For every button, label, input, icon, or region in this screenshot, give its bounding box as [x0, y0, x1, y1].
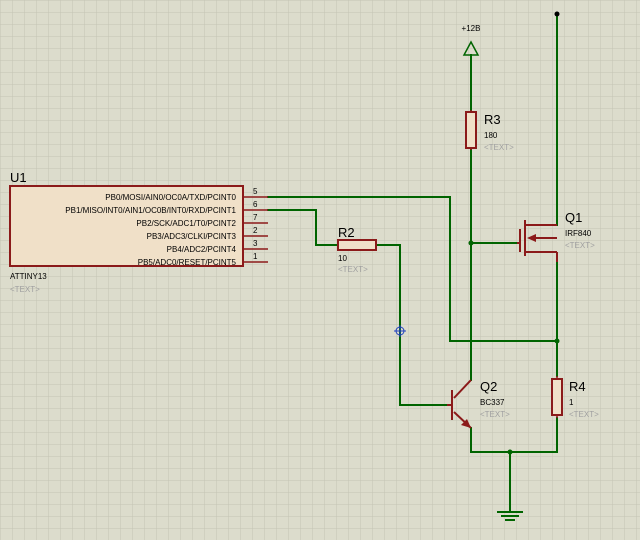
u1-pin-number: 3	[253, 239, 258, 248]
q2-part-name: BC337	[480, 398, 505, 407]
schematic-canvas[interactable]: U1 ATTINY13 <TEXT> PB0/MOSI/AIN0/OC0A/TX…	[0, 0, 640, 540]
u1-pin-name: PB3/ADC3/CLKI/PCINT3	[147, 232, 237, 241]
q2-placeholder: <TEXT>	[480, 410, 510, 419]
r2-placeholder: <TEXT>	[338, 265, 368, 274]
junction-dot	[468, 240, 474, 246]
u1-pin-name: PB2/SCK/ADC1/T0/PCINT2	[136, 219, 236, 228]
u1-pin-number: 7	[253, 213, 258, 222]
r3-value: 180	[484, 131, 498, 140]
r4-value: 1	[569, 398, 574, 407]
u1-pin-name: PB0/MOSI/AIN0/OC0A/TXD/PCINT0	[105, 193, 236, 202]
u1-pin-name: PB1/MISO/INT0/AIN1/OC0B/INT0/RXD/PCINT1	[65, 206, 236, 215]
q1-placeholder: <TEXT>	[565, 241, 595, 250]
u1-placeholder: <TEXT>	[10, 285, 40, 294]
q1-part-name: IRF840	[565, 229, 592, 238]
r3-reference: R3	[484, 112, 501, 127]
r3-placeholder: <TEXT>	[484, 143, 514, 152]
u1-pin-number: 6	[253, 200, 258, 209]
r4-placeholder: <TEXT>	[569, 410, 599, 419]
u1-pin-number: 1	[253, 252, 258, 261]
u1-pin-name: PB4/ADC2/PCINT4	[167, 245, 237, 254]
r2-reference: R2	[338, 225, 355, 240]
u1-pin-number: 2	[253, 226, 258, 235]
r4-reference: R4	[569, 379, 586, 394]
r2-body[interactable]	[337, 239, 377, 251]
r3-body[interactable]	[465, 111, 477, 149]
junction-dot	[554, 338, 560, 344]
u1-pin-number: 5	[253, 187, 258, 196]
junction-dot	[554, 11, 560, 17]
grid-background	[0, 0, 640, 540]
q1-reference: Q1	[565, 210, 582, 225]
q2-reference: Q2	[480, 379, 497, 394]
junction-dot	[507, 449, 513, 455]
r4-body[interactable]	[551, 378, 563, 416]
r2-value: 10	[338, 254, 347, 263]
u1-pin-name: PB5/ADC0/RESET/PCINT5	[138, 258, 237, 267]
u1-part-name: ATTINY13	[10, 272, 47, 281]
u1-reference: U1	[10, 170, 27, 185]
power-label: +12B	[462, 24, 481, 33]
